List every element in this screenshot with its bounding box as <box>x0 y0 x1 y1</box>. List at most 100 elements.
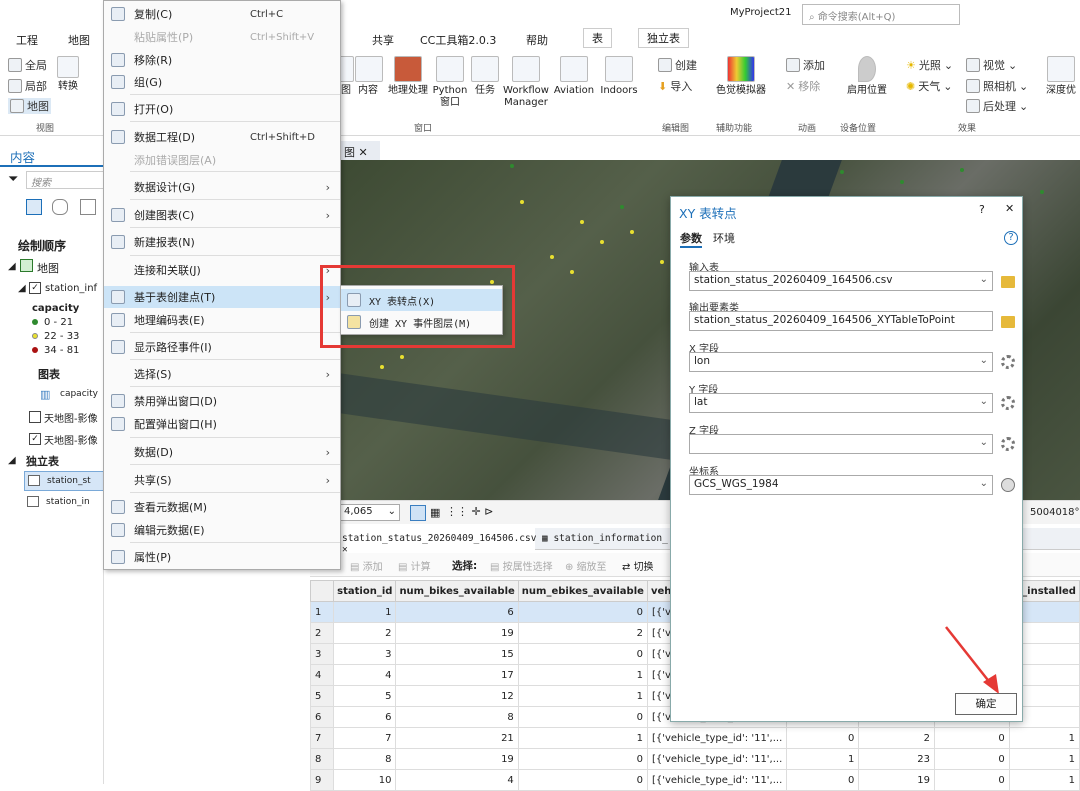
table-cell[interactable]: 0 <box>517 643 648 665</box>
table-cell[interactable]: 2 <box>333 622 397 644</box>
info-icon[interactable]: ? <box>1004 231 1018 245</box>
tab-table[interactable]: 表 <box>583 28 612 48</box>
z-field-select[interactable]: ⌄ <box>689 434 993 454</box>
table-item-station-information[interactable]: station_in <box>24 493 104 513</box>
folder-icon[interactable] <box>1001 316 1015 328</box>
expand-tables-icon[interactable]: ◢ <box>8 455 16 466</box>
post-processing-button[interactable]: 后处理 ⌄ <box>966 98 1028 114</box>
tab-map[interactable]: 地图 <box>68 32 90 48</box>
tab-share[interactable]: 共享 <box>372 32 394 48</box>
table-cell[interactable]: 3 <box>309 643 335 665</box>
map-view-button[interactable]: 地图 <box>8 98 51 114</box>
table-cell[interactable]: [{'vehicle_type_id': '11',... <box>646 748 788 770</box>
table-cell[interactable]: 6 <box>395 601 519 623</box>
table-cell[interactable]: 2 <box>517 622 648 644</box>
folder-icon[interactable] <box>1001 276 1015 288</box>
select-by-attribute-button[interactable]: ▤ 按属性选择 <box>490 558 553 573</box>
convert-button[interactable]: 转换 <box>54 56 82 93</box>
gear-icon[interactable] <box>1001 355 1015 369</box>
expand-layer-icon[interactable]: ◢ <box>18 283 26 294</box>
contents-button[interactable]: 内容 <box>355 56 383 97</box>
table-cell[interactable]: 4 <box>309 664 335 686</box>
menu-item-15[interactable]: 禁用弹出窗口(D) <box>104 390 340 412</box>
globe-icon[interactable] <box>1001 478 1015 492</box>
table-cell[interactable]: 0 <box>517 769 648 791</box>
table-cell[interactable]: 0 <box>786 769 860 791</box>
table-cell[interactable]: 1 <box>1008 769 1080 791</box>
expand-map-icon[interactable]: ◢ <box>8 261 16 272</box>
basemap2-checkbox[interactable]: ✓ <box>29 433 41 445</box>
visual-button[interactable]: 视觉 ⌄ <box>966 57 1017 73</box>
table-cell[interactable]: 1 <box>786 748 860 770</box>
table-cell[interactable]: 6 <box>309 706 335 728</box>
table-cell[interactable]: 17 <box>395 664 519 686</box>
table-cell[interactable]: 6 <box>333 706 397 728</box>
menu-item-19[interactable]: 查看元数据(M) <box>104 496 340 518</box>
table-cell[interactable]: 19 <box>858 769 935 791</box>
calculate-button[interactable]: ▤ 计算 <box>398 558 431 573</box>
tab-help[interactable]: 帮助 <box>526 32 548 48</box>
menu-item-17[interactable]: 数据(D) › <box>104 441 340 463</box>
menu-item-16[interactable]: 配置弹出窗口(H) <box>104 413 340 435</box>
table-cell[interactable]: 12 <box>395 685 519 707</box>
import-button[interactable]: ⬇ 导入 <box>658 78 692 94</box>
menu-item-13[interactable]: 显示路径事件(I) <box>104 336 340 358</box>
table-cell[interactable]: 1 <box>517 685 648 707</box>
table-cell[interactable]: 8 <box>395 706 519 728</box>
lighting-button[interactable]: ☀ 光照 ⌄ <box>906 57 953 73</box>
menu-item-9[interactable]: 新建报表(N) <box>104 231 340 253</box>
column-header[interactable] <box>309 580 335 602</box>
table-cell[interactable]: 1 <box>517 664 648 686</box>
table-cell[interactable]: 1 <box>517 727 648 749</box>
table-cell[interactable]: 8 <box>309 748 335 770</box>
table-cell[interactable]: 4 <box>395 769 519 791</box>
data-source-icon[interactable] <box>52 199 68 215</box>
table-cell[interactable]: [{'vehicle_type_id': '11',... <box>646 727 788 749</box>
table-cell[interactable]: 5 <box>309 685 335 707</box>
input-table-select[interactable]: station_status_20260409_164506.csv ⌄ <box>689 271 993 291</box>
table-cell[interactable]: 8 <box>333 748 397 770</box>
tasks-button[interactable]: 任务 <box>470 56 500 97</box>
menu-item-1[interactable]: 粘贴属性(P) Ctrl+Shift+V <box>104 26 340 48</box>
gear-icon[interactable] <box>1001 437 1015 451</box>
table-cell[interactable]: 0 <box>517 601 648 623</box>
table-row[interactable]: 9 10 4 0 [{'vehicle_type_id': '11',... 0 19 0 1 <box>309 769 1080 791</box>
menu-item-2[interactable]: 移除(R) <box>104 49 340 71</box>
y-field-select[interactable]: lat ⌄ <box>689 393 993 413</box>
x-field-select[interactable]: lon ⌄ <box>689 352 993 372</box>
menu-item-12[interactable]: 地理编码表(E) <box>104 309 340 331</box>
menu-item-20[interactable]: 编辑元数据(E) <box>104 519 340 541</box>
table-cell[interactable]: 1 <box>1008 727 1080 749</box>
map-tool-icon[interactable] <box>410 505 426 521</box>
tab-environments[interactable]: 环境 <box>713 230 735 246</box>
table-cell[interactable]: 9 <box>309 769 335 791</box>
table-cell[interactable]: 1 <box>1008 748 1080 770</box>
tab-cc-toolbox[interactable]: CC工具箱2.0.3 <box>420 32 496 48</box>
layer-checkbox[interactable]: ✓ <box>29 282 41 294</box>
draw-order-icon[interactable] <box>26 199 42 215</box>
table-cell[interactable]: 10 <box>333 769 397 791</box>
menu-item-8[interactable]: 创建图表(C) › <box>104 204 340 226</box>
close-icon[interactable]: ✕ <box>359 146 368 159</box>
table-cell[interactable]: 0 <box>933 769 1010 791</box>
tab-station-status[interactable]: station_status_20260409_164506.csv ✕ <box>340 528 536 555</box>
table-cell[interactable]: 0 <box>786 727 860 749</box>
filter-icon[interactable]: ⏷ <box>8 172 18 187</box>
contents-search-input[interactable]: 搜索 <box>26 171 104 189</box>
table-cell[interactable]: 0 <box>933 727 1010 749</box>
geoprocessing-button[interactable]: 地理处理 <box>386 56 430 97</box>
table-cell[interactable]: 3 <box>333 643 397 665</box>
camera-button[interactable]: 照相机 ⌄ <box>966 78 1028 94</box>
animation-remove-button[interactable]: ✕ 移除 <box>786 78 820 94</box>
indoors-button[interactable]: Indoors <box>598 56 640 97</box>
table-row[interactable]: 7 7 21 1 [{'vehicle_type_id': '11',... 0 2 0 1 <box>309 727 1080 749</box>
table-cell[interactable]: 0 <box>933 748 1010 770</box>
basemap-layer-1[interactable]: 天地图-影像 <box>44 410 98 425</box>
map-view-tab[interactable]: 图 ✕ <box>340 141 380 161</box>
table-cell[interactable]: 0 <box>517 748 648 770</box>
map-item-label[interactable]: 地图 <box>37 260 59 276</box>
table-cell[interactable]: 15 <box>395 643 519 665</box>
menu-item-21[interactable]: 属性(P) <box>104 546 340 568</box>
menu-item-18[interactable]: 共享(S) › <box>104 469 340 491</box>
basemap1-checkbox[interactable] <box>29 411 41 423</box>
